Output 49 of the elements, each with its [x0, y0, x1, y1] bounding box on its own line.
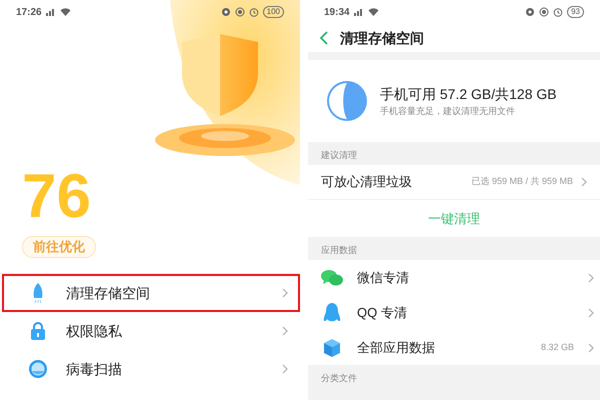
list-row[interactable]: 微信专清	[308, 260, 600, 295]
penguin-icon	[323, 302, 341, 324]
wifi-icon	[60, 8, 71, 16]
chat-icon	[321, 268, 343, 286]
storage-pie-icon	[326, 80, 368, 122]
scan-icon	[28, 359, 48, 380]
section-header: 分类文件	[321, 372, 357, 384]
list-row[interactable]: QQ 专清	[308, 295, 600, 330]
signal-icon	[46, 8, 56, 16]
storage-note: 手机容量充足，建议清理无用文件	[380, 104, 516, 118]
list-row[interactable]: 可放心清理垃圾 已选 959 MB / 共 959 MB	[308, 165, 600, 200]
battery-level: 100	[262, 6, 284, 18]
storage-headline: 手机可用 57.2 GB/共128 GB	[380, 84, 557, 104]
menu-label: 清理存储空间	[66, 284, 151, 303]
alarm-icon	[248, 7, 259, 17]
list-row[interactable]: 全部应用数据 8.32 GB	[308, 330, 600, 365]
chevron-icon	[581, 177, 587, 187]
menu-item[interactable]: 病毒扫描	[2, 350, 300, 388]
alarm-icon	[553, 7, 564, 17]
lock-icon	[29, 321, 47, 342]
menu-item[interactable]: 权限隐私	[2, 312, 300, 350]
signal-icon	[354, 8, 364, 16]
record-icon	[234, 7, 245, 17]
cube-icon	[322, 338, 342, 358]
row-value: 已选 959 MB / 共 959 MB	[471, 175, 573, 188]
page-title: 清理存储空间	[340, 28, 424, 48]
wifi-icon	[368, 8, 379, 16]
record-icon	[539, 7, 550, 17]
chevron-icon	[282, 326, 288, 336]
chevron-icon	[588, 272, 594, 282]
status-time: 17:26	[16, 6, 42, 20]
menu-item[interactable]: 清理存储空间	[2, 274, 300, 312]
chevron-icon	[588, 308, 594, 318]
chevron-icon	[282, 288, 288, 298]
row-value: 8.32 GB	[540, 340, 574, 354]
menu-label: 病毒扫描	[66, 360, 123, 379]
section-header: 应用数据	[321, 244, 357, 256]
row-label: QQ 专清	[357, 304, 408, 322]
chevron-icon	[588, 342, 594, 352]
chevron-icon	[282, 364, 288, 374]
status-time: 19:34	[324, 6, 350, 20]
section-header: 建议清理	[321, 148, 357, 162]
menu-label: 权限隐私	[66, 322, 123, 341]
back-icon[interactable]	[320, 31, 328, 45]
row-label: 可放心清理垃圾	[321, 173, 413, 192]
battery-level: 93	[567, 6, 584, 18]
row-label: 全部应用数据	[357, 338, 436, 357]
row-label: 微信专清	[357, 268, 410, 287]
score-value: 76	[22, 166, 92, 228]
